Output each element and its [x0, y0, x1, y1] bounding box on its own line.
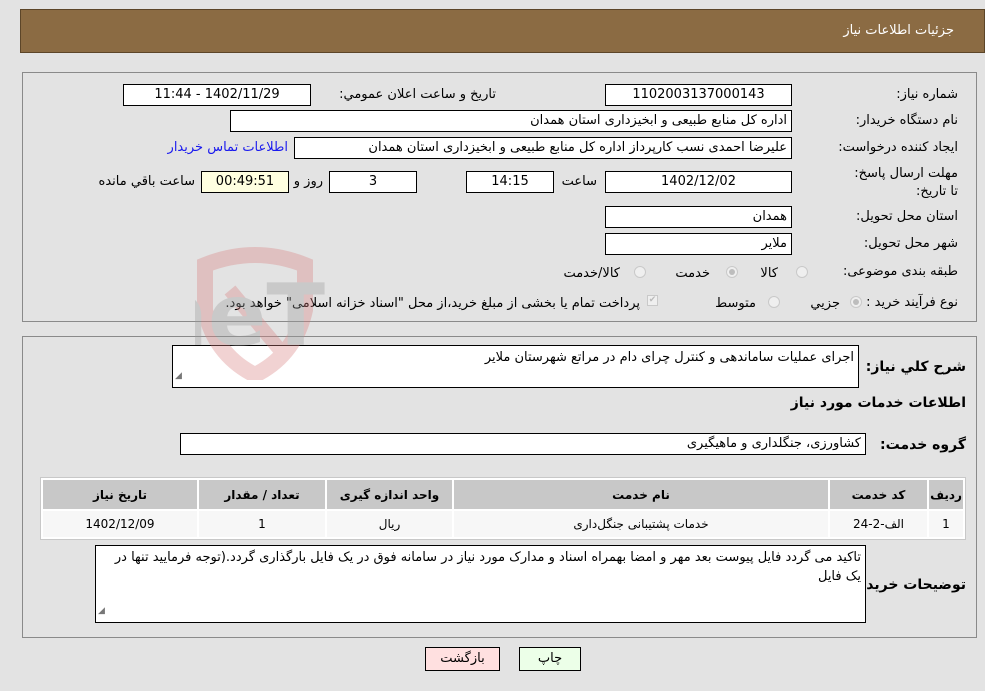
services-panel: شرح کلي نياز: اجرای عملیات ساماندهی و کن…	[22, 336, 977, 638]
resize-grip-icon[interactable]: ◢	[98, 602, 105, 621]
col-header-unit: واحد اندازه گیری	[327, 480, 452, 509]
need-details-panel: شماره نیاز: 1102003137000143 تاریخ و ساع…	[22, 72, 977, 322]
resize-grip-icon[interactable]: ◢	[175, 367, 182, 386]
col-header-quantity: تعداد / مقدار	[199, 480, 325, 509]
category-option-goods: کالا	[760, 266, 778, 281]
category-option-service: خدمت	[675, 266, 710, 281]
deadline-label: مهلت ارسال پاسخ: تا تاریخ:	[854, 166, 958, 199]
cell-need-date: 1402/12/09	[43, 511, 197, 537]
treasury-note: پرداخت تمام یا بخشی از مبلغ خرید،از محل …	[225, 296, 640, 311]
process-option-minor: جزيي	[810, 296, 840, 311]
cell-service-code: الف-2-24	[830, 511, 927, 537]
days-remaining-field[interactable]: 3	[329, 171, 417, 193]
need-number-label: شماره نیاز:	[896, 87, 958, 102]
table-header-row: ردیف کد خدمت نام خدمت واحد اندازه گیری ت…	[43, 480, 963, 509]
creator-label: ایجاد کننده درخواست:	[838, 140, 958, 155]
deadline-date-field[interactable]: 1402/12/02	[605, 171, 792, 193]
cell-unit: ریال	[327, 511, 452, 537]
cell-quantity: 1	[199, 511, 325, 537]
description-text: اجرای عملیات ساماندهی و کنترل چرای دام د…	[484, 350, 854, 365]
process-radio-minor[interactable]	[850, 296, 862, 308]
service-group-field[interactable]: کشاورزی، جنگلداری و ماهیگیری	[180, 433, 866, 455]
services-table: ردیف کد خدمت نام خدمت واحد اندازه گیری ت…	[40, 477, 966, 540]
announce-label: تاریخ و ساعت اعلان عمومي:	[339, 87, 496, 102]
buyer-contact-link[interactable]: اطلاعات تماس خریدار	[168, 140, 288, 155]
process-option-medium: متوسط	[715, 296, 756, 311]
buyer-org-label: نام دستگاه خریدار:	[855, 113, 958, 128]
col-header-service-name: نام خدمت	[454, 480, 828, 509]
need-number-field[interactable]: 1102003137000143	[605, 84, 792, 106]
province-field[interactable]: همدان	[605, 206, 792, 228]
category-radio-goods-service[interactable]	[634, 266, 646, 278]
category-label: طبقه بندی موضوعی:	[842, 264, 958, 279]
category-radio-goods[interactable]	[796, 266, 808, 278]
treasury-checkbox[interactable]: ✔	[647, 295, 658, 306]
back-button[interactable]: بازگشت	[425, 647, 500, 671]
deadline-time-field[interactable]: 14:15	[466, 171, 554, 193]
announce-datetime-field[interactable]: 1402/11/29 - 11:44	[123, 84, 311, 106]
buyer-notes-textarea[interactable]: تاکید می گردد فایل پیوست بعد مهر و امضا …	[95, 545, 866, 623]
process-radio-medium[interactable]	[768, 296, 780, 308]
services-section-title: اطلاعات خدمات مورد نیاز	[790, 395, 966, 411]
category-option-goods-service: کالا/خدمت	[563, 266, 620, 281]
days-label: روز و	[293, 174, 323, 189]
table-row: 1 الف-2-24 خدمات پشتیبانی جنگل‌داری ریال…	[43, 511, 963, 537]
remaining-time-field: 00:49:51	[201, 171, 289, 193]
province-label: استان محل تحویل:	[856, 209, 958, 224]
process-type-label: نوع فرآیند خرید :	[866, 295, 958, 310]
buyer-notes-text: تاکید می گردد فایل پیوست بعد مهر و امضا …	[114, 550, 861, 584]
deadline-time-label: ساعت	[561, 174, 597, 189]
page-header: جزئیات اطلاعات نیاز	[20, 9, 985, 53]
description-textarea[interactable]: اجرای عملیات ساماندهی و کنترل چرای دام د…	[172, 345, 859, 388]
city-field[interactable]: ملایر	[605, 233, 792, 255]
description-label: شرح کلي نياز:	[865, 359, 966, 375]
service-group-label: گروه خدمت:	[880, 437, 966, 453]
category-radio-service[interactable]	[726, 266, 738, 278]
col-header-need-date: تاریخ نیاز	[43, 480, 197, 509]
city-label: شهر محل تحویل:	[863, 236, 958, 251]
cell-row-no: 1	[929, 511, 963, 537]
print-button[interactable]: چاپ	[519, 647, 581, 671]
page-title: جزئیات اطلاعات نیاز	[843, 23, 954, 38]
cell-service-name: خدمات پشتیبانی جنگل‌داری	[454, 511, 828, 537]
col-header-service-code: کد خدمت	[830, 480, 927, 509]
remaining-time-label: ساعت باقي مانده	[98, 174, 195, 189]
col-header-row-no: ردیف	[929, 480, 963, 509]
buyer-org-field[interactable]: اداره کل منابع طبیعی و ابخیزداری استان ه…	[230, 110, 792, 132]
creator-field[interactable]: علیرضا احمدی نسب کارپرداز اداره کل منابع…	[294, 137, 792, 159]
